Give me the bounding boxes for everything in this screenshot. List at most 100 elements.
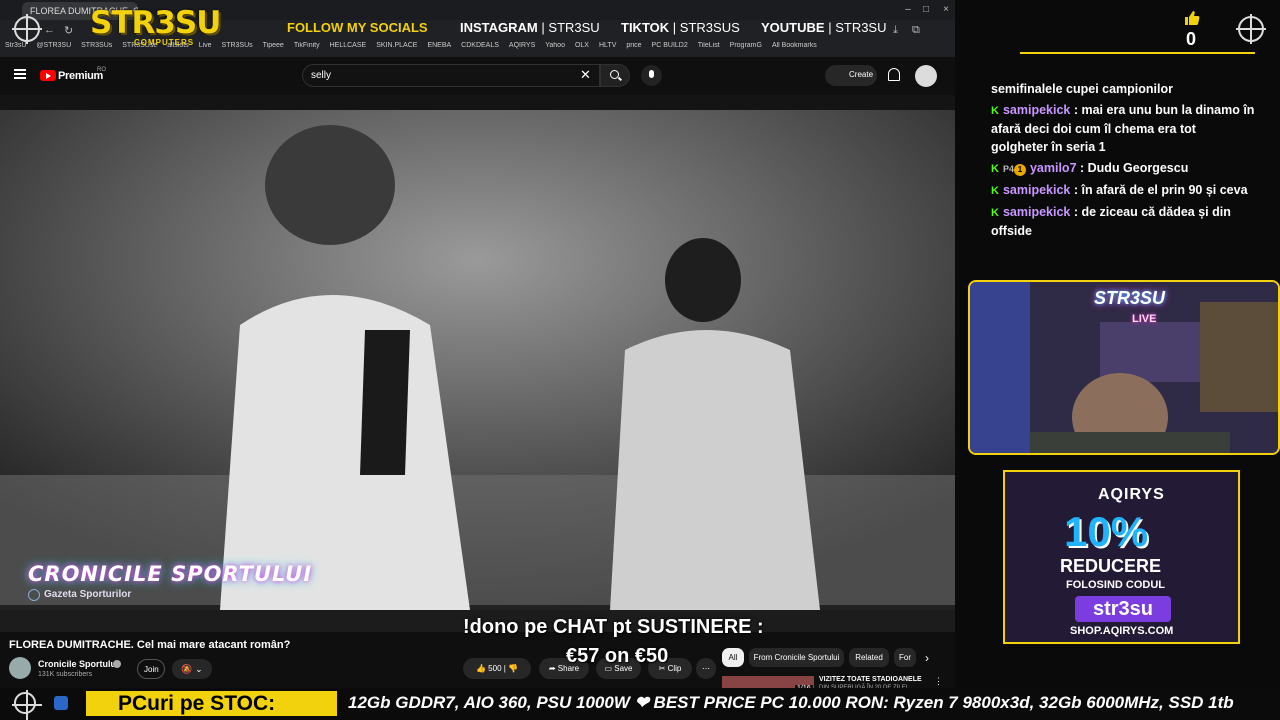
video-title: FLOREA DUMITRACHE. Cel mai mare atacant … — [9, 639, 291, 651]
crosshair-icon — [1236, 14, 1266, 44]
bookmark-item[interactable]: Str3sU — [5, 42, 26, 49]
back-icon[interactable]: ← — [44, 24, 55, 36]
channel-name[interactable]: Cronicile Sportului — [38, 659, 119, 669]
chat-username[interactable]: samipekick — [1003, 103, 1070, 117]
channel-watermark: CRONICILE SPORTULUI — [28, 562, 313, 586]
account-avatar[interactable] — [915, 65, 937, 87]
close-window-icon[interactable]: × — [940, 4, 952, 16]
bookmark-item[interactable]: price — [626, 42, 641, 49]
kick-badge-icon: K — [991, 105, 999, 117]
voice-search-icon[interactable] — [641, 65, 662, 86]
youtube-logo-icon[interactable] — [40, 70, 56, 81]
like-counter: 0 — [1186, 29, 1197, 49]
crosshair-icon — [12, 14, 42, 44]
chat-username[interactable]: samipekick — [1003, 183, 1070, 197]
webcam-live-label: LIVE — [1132, 313, 1157, 325]
clear-search-icon[interactable]: ✕ — [580, 67, 591, 83]
recommended-title[interactable]: VIZITEZ TOATE STADIOANELE — [819, 676, 922, 683]
chat-message: Ksamipekick : mai era unu bun la dinamo … — [991, 103, 1255, 154]
download-icon[interactable]: ⤓ — [893, 24, 898, 37]
create-button[interactable]: Create — [825, 65, 877, 86]
recommended-more-icon[interactable]: ⋮ — [934, 676, 943, 687]
bookmark-item[interactable]: STR3SUs — [222, 42, 253, 49]
bookmark-item[interactable]: Tipeee — [263, 42, 284, 49]
social-instagram: INSTAGRAM | STR3SU — [460, 20, 600, 35]
channel-avatar[interactable] — [9, 657, 31, 679]
crosshair-icon — [12, 690, 42, 720]
like-count: 500 — [488, 664, 502, 673]
ticker-text: 12Gb GDDR7, AIO 360, PSU 1000W ❤ BEST PR… — [348, 693, 1234, 712]
donate-message: !dono pe CHAT pt SUSTINERE : — [463, 616, 764, 638]
more-actions-icon[interactable]: ⋯ — [696, 658, 716, 679]
kick-badge-icon: K — [991, 207, 999, 219]
bookmark-item[interactable]: HELLCASE — [330, 42, 367, 49]
bookmark-item[interactable]: Live — [199, 42, 212, 49]
ad-brand: AQIRYS — [1098, 486, 1165, 503]
watermark-subtitle: Gazeta Sporturilor — [44, 589, 132, 600]
chip-all[interactable]: All — [722, 648, 744, 667]
follow-socials-label: FOLLOW MY SOCIALS — [287, 20, 428, 35]
video-frame — [0, 95, 955, 632]
bookmark-item[interactable]: TikFinity — [294, 42, 320, 49]
bookmark-item[interactable]: TileList — [698, 42, 720, 49]
chat-message: Ksamipekick : în afară de el prin 90 și … — [991, 183, 1248, 197]
bookmark-item[interactable]: STR3SUs — [81, 42, 112, 49]
join-button[interactable]: Join — [137, 659, 165, 679]
bookmark-item[interactable]: HLTV — [599, 42, 616, 49]
chat-message: semifinalele cupei campionilor — [991, 80, 1256, 98]
bookmark-item[interactable]: ProgramG — [730, 42, 762, 49]
chrome-icon[interactable] — [54, 696, 68, 710]
accent-line — [1020, 52, 1255, 54]
ad-reducere: REDUCERE — [1060, 556, 1162, 576]
bookmark-item[interactable]: CDKDEALS — [461, 42, 499, 49]
bookmark-item[interactable]: SKIN.PLACE — [376, 42, 417, 49]
donate-goal: €57 on €50 — [566, 645, 669, 667]
ad-url: SHOP.AQIRYS.COM — [1070, 625, 1174, 637]
chat-feed: semifinalele cupei campionilor Ksamipeki… — [991, 80, 1256, 243]
verified-icon — [113, 660, 121, 668]
chat-text: în afară de el prin 90 și ceva — [1081, 183, 1248, 197]
chip-related[interactable]: Related — [849, 648, 889, 667]
chevron-right-icon[interactable]: › — [925, 651, 929, 665]
kick-badge-icon: K — [991, 163, 999, 175]
chip-for[interactable]: For — [894, 648, 916, 667]
maximize-icon[interactable]: □ — [920, 4, 932, 16]
brand-logo: STR3SU — [90, 5, 221, 41]
bookmark-item[interactable]: @STR3SU — [36, 42, 71, 49]
video-player[interactable] — [0, 95, 955, 632]
ad-promo-code: str3su — [1075, 596, 1171, 622]
bookmark-item[interactable]: All Bookmarks — [772, 42, 817, 49]
search-icon — [610, 70, 619, 79]
extensions-icon[interactable]: ⧉ — [912, 24, 920, 37]
search-input[interactable] — [302, 64, 600, 87]
minimize-icon[interactable]: – — [902, 4, 914, 16]
notifications-bell-icon[interactable] — [888, 68, 900, 81]
chip-from-channel[interactable]: From Cronicile Sportului — [749, 648, 844, 667]
chat-text: Dudu Georgescu — [1087, 161, 1189, 175]
search-button[interactable] — [600, 64, 630, 87]
bookmark-item[interactable]: OLX — [575, 42, 589, 49]
ad-folosind: FOLOSIND CODUL — [1066, 579, 1165, 591]
bookmark-item[interactable]: AQIRYS — [509, 42, 535, 49]
subscription-bell-button[interactable]: 🔕 ⌄ — [172, 659, 212, 679]
chat-username[interactable]: yamilo7 — [1030, 161, 1077, 175]
bookmark-item[interactable]: PC BUILD2 — [652, 42, 688, 49]
chat-message: Ksamipekick : de ziceau că dădea și din … — [991, 205, 1231, 238]
webcam-logo: STR3SU — [1094, 288, 1166, 308]
social-tiktok: TIKTOK | STR3SUS — [621, 20, 740, 35]
ad-discount: 10% — [1064, 508, 1149, 555]
ticker-label: PCuri pe STOC: — [118, 692, 276, 715]
globe-icon — [28, 589, 40, 601]
hamburger-menu-icon[interactable] — [14, 69, 26, 79]
bookmark-item[interactable]: ENEBA — [427, 42, 451, 49]
like-button[interactable]: 👍 500 | 👎 — [463, 658, 531, 679]
bookmark-item[interactable]: Yahoo — [545, 42, 565, 49]
sub-badge-icon: 1 — [1013, 164, 1026, 176]
chat-username[interactable]: samipekick — [1003, 205, 1070, 219]
chat-text: semifinalele cupei campionilor — [991, 82, 1174, 96]
thumbs-up-icon — [1185, 11, 1200, 25]
social-youtube: YOUTUBE | STR3SU — [761, 20, 887, 35]
p4-badge-icon: P4 — [1002, 164, 1014, 174]
region-label: RO — [97, 67, 106, 73]
brand-subtitle: COMPUTERS — [134, 38, 195, 47]
